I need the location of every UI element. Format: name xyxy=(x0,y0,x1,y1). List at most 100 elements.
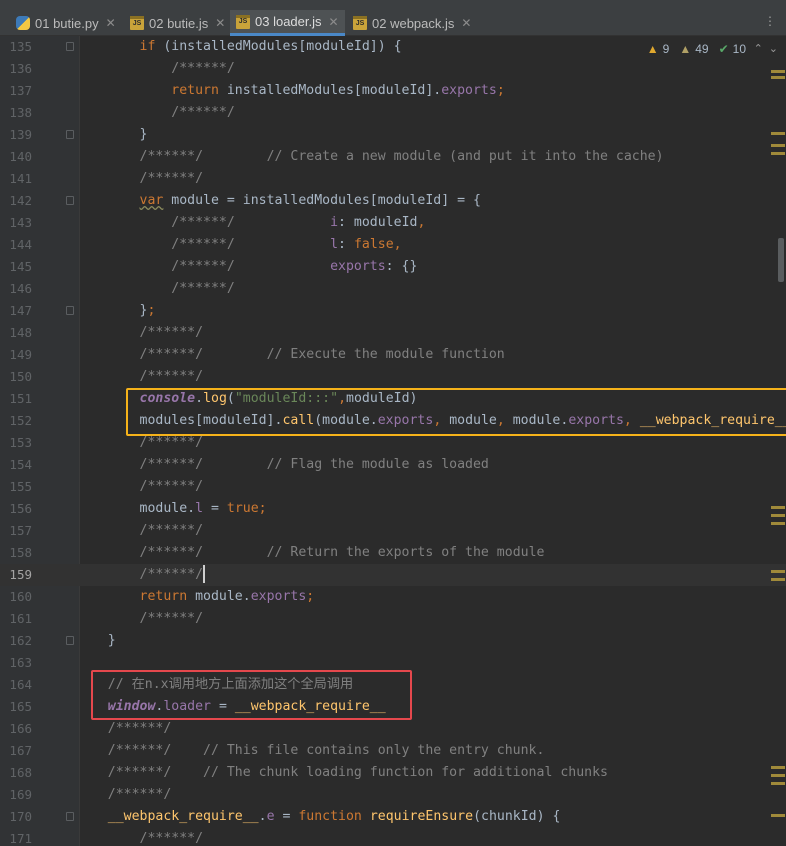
fold-marker-icon[interactable] xyxy=(66,812,74,821)
code-text: /******/ xyxy=(76,366,204,388)
weak-warning-icon: ▲ xyxy=(679,42,692,56)
fold-marker-icon[interactable] xyxy=(66,636,74,645)
code-line[interactable]: 137 return installedModules[moduleId].ex… xyxy=(0,80,786,102)
code-token: /******/ xyxy=(171,105,235,120)
code-line[interactable]: 145 /******/ exports: {} xyxy=(0,256,786,278)
code-line[interactable]: 136 /******/ xyxy=(0,58,786,80)
code-line[interactable]: 160 return module.exports; xyxy=(0,586,786,608)
code-token: , xyxy=(417,215,426,230)
inspection-widget[interactable]: ▲ 9 ▲ 49 ✔ 10 xyxy=(642,42,752,56)
code-line[interactable]: 142 var module = installedModules[module… xyxy=(0,190,786,212)
previous-highlight-icon[interactable]: ⌃ xyxy=(754,42,763,55)
close-tab-icon[interactable]: ✕ xyxy=(215,16,225,30)
fold-marker-icon[interactable] xyxy=(66,130,74,139)
code-line[interactable]: 140 /******/ // Create a new module (and… xyxy=(0,146,786,168)
code-text: /******/ l: false, xyxy=(76,234,401,256)
code-line[interactable]: 143 /******/ i: moduleId, xyxy=(0,212,786,234)
code-text: /******/ xyxy=(76,476,204,498)
code-line[interactable]: 141 /******/ xyxy=(0,168,786,190)
tab-02-webpack-js[interactable]: JS 02 webpack.js ✕ xyxy=(347,10,473,36)
text-caret xyxy=(203,565,206,583)
code-text: /******/ xyxy=(76,278,235,300)
line-number: 136 xyxy=(9,61,32,76)
code-line[interactable]: 144 /******/ l: false, xyxy=(0,234,786,256)
code-token: module. xyxy=(187,589,251,604)
line-number: 149 xyxy=(9,347,32,362)
code-line[interactable]: 139 } xyxy=(0,124,786,146)
tab-01-butie-py[interactable]: 01 butie.py ✕ xyxy=(10,10,122,36)
code-line[interactable]: 138 /******/ xyxy=(0,102,786,124)
line-number: 167 xyxy=(9,743,32,758)
code-line[interactable]: 162 } xyxy=(0,630,786,652)
code-line[interactable]: 161 /******/ xyxy=(0,608,786,630)
code-token: /******/ xyxy=(139,479,204,494)
code-editor[interactable]: 135 if (installedModules[moduleId]) {136… xyxy=(0,36,786,846)
code-line[interactable]: 157 /******/ xyxy=(0,520,786,542)
code-token: /******/ xyxy=(139,171,204,186)
code-line[interactable]: 171 /******/ xyxy=(0,828,786,846)
code-token: (chunkId) { xyxy=(473,809,561,824)
code-line[interactable]: 166 /******/ xyxy=(0,718,786,740)
line-number: 135 xyxy=(9,39,32,54)
code-token: /******/ // The chunk loading function f… xyxy=(107,765,608,780)
code-line[interactable]: 159 /******/ xyxy=(0,564,786,586)
code-line[interactable]: 146 /******/ xyxy=(0,278,786,300)
code-text: /******/ i: moduleId, xyxy=(76,212,425,234)
scroll-marker xyxy=(771,522,785,525)
code-token: /******/ // Create a new module (and put… xyxy=(139,149,664,164)
weak-warning-count: 49 xyxy=(695,42,709,56)
fold-marker-icon[interactable] xyxy=(66,306,74,315)
close-tab-icon[interactable]: ✕ xyxy=(329,15,339,29)
fold-marker-icon[interactable] xyxy=(66,196,74,205)
code-token: return xyxy=(139,589,188,604)
code-token: exports xyxy=(441,83,497,98)
line-number: 170 xyxy=(9,809,32,824)
code-line[interactable]: 169 /******/ xyxy=(0,784,786,806)
code-line[interactable]: 148 /******/ xyxy=(0,322,786,344)
scrollbar-thumb[interactable] xyxy=(778,238,784,282)
line-number: 168 xyxy=(9,765,32,780)
code-token: } xyxy=(76,633,116,648)
code-line[interactable]: 155 /******/ xyxy=(0,476,786,498)
scroll-marker xyxy=(771,506,785,509)
code-token: /******/ xyxy=(139,325,204,340)
code-token: /******/ // Flag the module as loaded xyxy=(139,457,489,472)
code-line[interactable]: 147 }; xyxy=(0,300,786,322)
code-text: /******/ // Return the exports of the mo… xyxy=(76,542,545,564)
code-line[interactable]: 149 /******/ // Execute the module funct… xyxy=(0,344,786,366)
line-number: 150 xyxy=(9,369,32,384)
code-line[interactable]: 168 /******/ // The chunk loading functi… xyxy=(0,762,786,784)
code-line[interactable]: 167 /******/ // This file contains only … xyxy=(0,740,786,762)
code-token: /******/ xyxy=(139,611,204,626)
code-line[interactable]: 154 /******/ // Flag the module as loade… xyxy=(0,454,786,476)
code-token: : xyxy=(338,237,354,252)
code-line[interactable]: 156 module.l = true; xyxy=(0,498,786,520)
code-token: i xyxy=(330,215,339,230)
more-tabs-icon[interactable]: ⋮ xyxy=(764,14,776,28)
code-token: ; xyxy=(147,303,156,318)
code-line[interactable]: 150 /******/ xyxy=(0,366,786,388)
code-token: if xyxy=(139,39,156,54)
vertical-scrollbar[interactable] xyxy=(771,36,786,846)
code-text: /******/ xyxy=(76,608,204,630)
code-line[interactable]: 170 __webpack_require__.e = function req… xyxy=(0,806,786,828)
code-token: function xyxy=(298,809,362,824)
code-token: /******/ xyxy=(139,369,204,384)
close-tab-icon[interactable]: ✕ xyxy=(106,16,116,30)
fold-marker-icon[interactable] xyxy=(66,42,74,51)
tab-03-loader-js[interactable]: JS 03 loader.js ✕ xyxy=(230,10,345,36)
code-line[interactable]: 158 /******/ // Return the exports of th… xyxy=(0,542,786,564)
tab-02-butie-js[interactable]: JS 02 butie.js ✕ xyxy=(124,10,228,36)
code-token: l xyxy=(330,237,339,252)
warning-icon: ▲ xyxy=(646,42,659,56)
code-token: /******/ xyxy=(171,237,235,252)
close-tab-icon[interactable]: ✕ xyxy=(461,16,471,30)
